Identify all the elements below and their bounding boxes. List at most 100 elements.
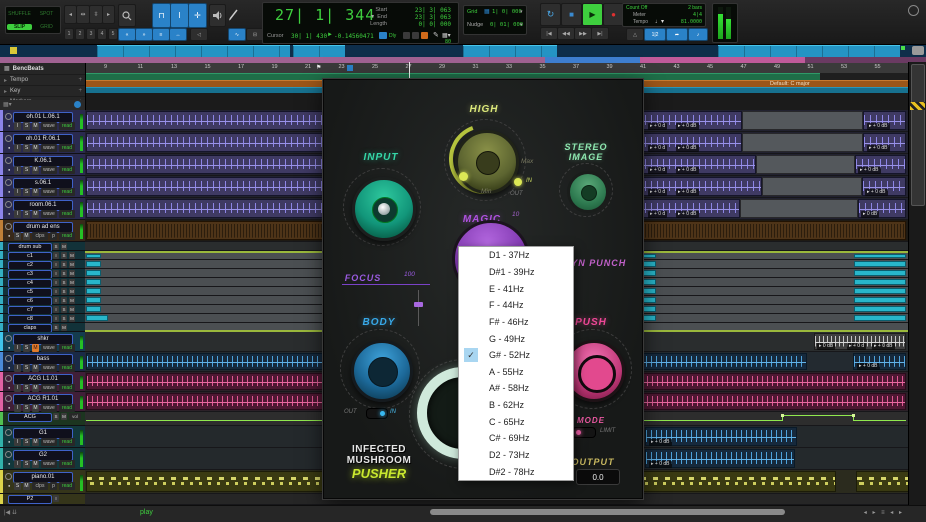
clps-selector[interactable]: clps xyxy=(32,482,48,490)
read-selector[interactable]: read xyxy=(59,438,75,446)
mode-toggle[interactable] xyxy=(572,427,596,438)
midi-clip[interactable] xyxy=(854,297,906,303)
midi-clip[interactable] xyxy=(86,471,323,492)
track-input-icon[interactable]: ● xyxy=(8,211,10,216)
countoff-value[interactable]: 2 bars xyxy=(688,5,702,11)
track-header-c1[interactable]: c1 I S M xyxy=(0,251,85,261)
midi-clip[interactable] xyxy=(640,471,836,492)
track-header-claps[interactable]: claps S M xyxy=(0,323,85,333)
zoom-preset-3[interactable]: 3 xyxy=(86,28,96,40)
read-selector[interactable]: read xyxy=(59,482,75,490)
input-button[interactable]: I xyxy=(14,384,21,392)
input-button[interactable]: I xyxy=(14,188,21,196)
nudge-value[interactable]: 0| 01| 000 xyxy=(490,22,523,28)
input-button[interactable]: I xyxy=(14,404,21,412)
session-overview-strip[interactable] xyxy=(0,44,926,57)
track-name[interactable]: ACG xyxy=(8,413,52,422)
ruler-row-key[interactable]: ▸ Key + xyxy=(0,86,85,97)
track-header-c3[interactable]: c3 I S M xyxy=(0,269,85,279)
midi-clip[interactable] xyxy=(856,471,914,492)
wave-selector[interactable]: wave xyxy=(41,460,57,468)
selector-tool-button[interactable]: I xyxy=(170,3,189,28)
mode-spot[interactable]: SPOT xyxy=(33,11,60,17)
mute-button[interactable]: M xyxy=(32,384,39,392)
midi-clip[interactable] xyxy=(86,297,101,303)
dropdown-item[interactable]: ✓ G# - 52Hz xyxy=(459,347,573,364)
dropdown-item[interactable]: G - 49Hz xyxy=(459,330,573,347)
bottom-left-icons[interactable]: |◀ ⇊ xyxy=(4,509,17,516)
mode-grid[interactable]: GRID xyxy=(33,24,60,30)
mute-button[interactable]: M xyxy=(32,438,39,446)
midi-clip[interactable] xyxy=(854,288,906,294)
zoom-right-arrow-icon[interactable]: ▸ xyxy=(102,5,115,24)
output-value-box[interactable]: 0.0 xyxy=(576,469,620,485)
record-button[interactable]: ● xyxy=(603,3,624,26)
dropdown-item[interactable]: D#1 - 39Hz xyxy=(459,264,573,281)
wave-selector[interactable]: wave xyxy=(41,188,57,196)
playhead-grab-icon[interactable] xyxy=(347,65,353,71)
dropdown-item[interactable]: A - 55Hz xyxy=(459,363,573,380)
track-header-oh-01-r-06-1[interactable]: oh.01 R.06.1 ● I S Mwave read xyxy=(0,132,85,154)
grid-value[interactable]: 1| 0| 000 xyxy=(492,9,522,15)
grid-mode-icon[interactable]: ▦▾ xyxy=(442,32,451,39)
mirror-midi-button[interactable]: ◁ xyxy=(190,28,208,41)
midi-clip[interactable] xyxy=(854,315,906,321)
midi-clip[interactable] xyxy=(854,254,906,258)
input-button[interactable]: I xyxy=(53,252,59,259)
high-knob[interactable] xyxy=(455,130,519,194)
record-enable-icon[interactable] xyxy=(5,223,12,230)
mute-button[interactable]: M xyxy=(32,166,39,174)
solo-button[interactable]: S xyxy=(61,297,67,304)
quarter-note-icon[interactable]: ♩▾ xyxy=(655,18,664,25)
sel-length-value[interactable]: 0| 0| 000 xyxy=(395,21,451,28)
track-list-scroll-icon[interactable] xyxy=(74,101,81,108)
solo-button[interactable]: S xyxy=(61,261,67,268)
track-input-icon[interactable]: ● xyxy=(8,483,10,488)
track-header-c8[interactable]: c8 I S M xyxy=(0,314,85,324)
sel-end-value[interactable]: 23| 3| 063 xyxy=(395,14,451,21)
audio-clip[interactable] xyxy=(86,353,323,370)
window-menu-icon[interactable] xyxy=(908,5,919,16)
read-selector[interactable]: read xyxy=(59,232,75,240)
record-enable-icon[interactable] xyxy=(5,473,12,480)
record-enable-icon[interactable] xyxy=(5,451,12,458)
input-button[interactable]: I xyxy=(53,270,59,277)
mute-button[interactable]: M xyxy=(61,243,67,250)
session-name-row[interactable]: ▦ BencBeats xyxy=(0,63,85,75)
input-button[interactable]: I xyxy=(14,210,21,218)
mute-button[interactable]: M xyxy=(69,297,75,304)
track-input-icon[interactable]: ● xyxy=(8,189,10,194)
wave-selector[interactable]: wave xyxy=(41,404,57,412)
solo-button[interactable]: S xyxy=(61,279,67,286)
body-inout-toggle[interactable] xyxy=(366,408,388,419)
grid-value-icon[interactable]: ▦ xyxy=(484,8,490,15)
meter-value[interactable]: 4|4 xyxy=(693,12,702,18)
focus-slider-handle[interactable] xyxy=(414,302,423,307)
countoff-label[interactable]: Count Off xyxy=(626,5,647,11)
automation-breakpoint[interactable] xyxy=(781,414,784,417)
record-enable-icon[interactable] xyxy=(5,201,12,208)
mode-slip[interactable]: SLIP xyxy=(7,23,32,30)
tempo-label[interactable]: Tempo xyxy=(633,19,648,25)
dropdown-item[interactable]: A# - 58Hz xyxy=(459,380,573,397)
delay-compensation-badge[interactable]: Dly xyxy=(389,33,396,39)
dropdown-item[interactable]: D#2 - 78Hz xyxy=(459,463,573,480)
midi-clip[interactable] xyxy=(86,288,101,294)
status-chip-orange[interactable] xyxy=(421,32,428,39)
midi-clip[interactable] xyxy=(86,315,108,321)
ruler-row-tempo[interactable]: ▸ Tempo + xyxy=(0,75,85,86)
wave-selector[interactable]: wave xyxy=(41,438,57,446)
track-header-room-06-1[interactable]: room.06.1 ● I S Mwave read xyxy=(0,198,85,220)
midi-clip[interactable] xyxy=(854,306,906,312)
mute-button[interactable]: M xyxy=(69,270,75,277)
nudge-dropdown-icon[interactable]: ▾ xyxy=(520,22,523,28)
midi-merge-button[interactable]: ➦ xyxy=(666,28,688,41)
pencil-mode-icon[interactable]: ✎ xyxy=(433,31,439,39)
dropdown-item[interactable]: C - 65Hz xyxy=(459,413,573,430)
read-selector[interactable]: read xyxy=(59,404,75,412)
mute-button[interactable]: M xyxy=(69,315,75,322)
mute-button[interactable]: M xyxy=(69,288,75,295)
mute-button[interactable]: M xyxy=(32,122,39,130)
mute-button[interactable]: M xyxy=(32,404,39,412)
bottom-zoom-icons[interactable]: ◂ ▸ ≡ ◂ ▸ xyxy=(864,509,904,516)
